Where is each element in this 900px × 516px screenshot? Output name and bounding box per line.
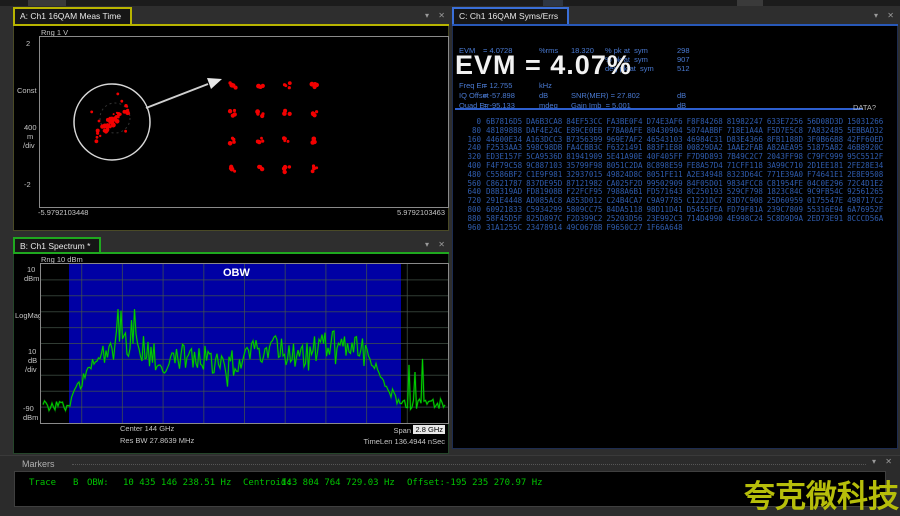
close-icon[interactable]: ✕	[438, 240, 445, 249]
center-freq-label: Center 144 GHz	[120, 424, 174, 433]
menu-fragment	[543, 0, 563, 6]
err-unit2: dB	[677, 91, 686, 100]
y-max-label: 2	[26, 39, 30, 48]
constellation-plot	[39, 36, 449, 208]
spectrum-graphic	[41, 264, 448, 423]
table-divider	[455, 108, 863, 110]
watermark-logo: 夸克微科技	[744, 471, 899, 516]
marker-centroid-value: 143 804 764 729.03 Hz	[281, 478, 395, 488]
err-value: = 12.755	[483, 81, 512, 90]
time-len-label: TimeLen 136.4944 nSec	[364, 437, 445, 446]
err-sym: 298	[677, 46, 690, 55]
span-value[interactable]: 2.8 GHz	[413, 425, 445, 434]
res-bw-label: Res BW 27.8639 MHz	[120, 436, 194, 445]
y-max-label: 10	[27, 265, 35, 274]
y-min-label: -90	[23, 404, 34, 413]
marker-trace-value: B	[73, 478, 78, 488]
panel-c-controls: ▾ ✕	[867, 11, 894, 20]
err-sym: 512	[677, 64, 690, 73]
marker-obw-label: OBW:	[87, 478, 109, 488]
panel-spectrum: B: Ch1 Spectrum * ▾ ✕ Rng 10 dBm DATA? 1…	[13, 237, 449, 455]
x-min-label: -5.9792103448	[38, 208, 88, 217]
top-menu-strip	[0, 0, 900, 6]
obw-label: OBW	[223, 267, 250, 279]
y-min-label: -2	[24, 180, 31, 189]
panel-syms-errs: C: Ch1 16QAM Syms/Errs ▾ ✕ EVM = 4.0728 …	[452, 7, 898, 448]
scale-unit: dB	[28, 356, 37, 365]
constellation-graphic	[40, 37, 448, 207]
close-icon[interactable]: ✕	[438, 11, 445, 20]
span-label: Span	[393, 426, 411, 435]
err-value: = -57.898	[483, 91, 515, 100]
marker-offset-value: -195 235 270.97 Hz	[445, 478, 543, 488]
markers-title: Markers	[22, 459, 55, 469]
panel-c-content: EVM = 4.0728 %rms 18.320 % pk at sym 298…	[452, 26, 898, 449]
err-label2: SNR(MER) = 27.802	[571, 91, 640, 100]
markers-separator	[72, 464, 866, 465]
menu-fragment	[737, 0, 763, 6]
menu-fragment	[28, 0, 66, 6]
close-icon[interactable]: ✕	[885, 457, 892, 466]
mag-type-label: LogMag	[15, 311, 42, 320]
minimize-icon[interactable]: ▾	[872, 457, 876, 466]
scale-value: 400	[24, 123, 37, 132]
panel-b-content: Rng 10 dBm DATA? 10 dBm LogMag 10 dB /di…	[13, 254, 449, 454]
scale-value: 10	[28, 347, 36, 356]
minimize-icon[interactable]: ▾	[425, 11, 429, 20]
spectrum-plot: OBW	[40, 263, 449, 424]
err-unit: dB	[539, 91, 548, 100]
trace-badge: *	[87, 241, 90, 251]
markers-controls: ▾ ✕	[865, 457, 892, 466]
err-unit: kHz	[539, 81, 552, 90]
panel-b-controls: ▾ ✕	[418, 240, 445, 249]
panel-meas-time: A: Ch1 16QAM Meas Time ▾ ✕ Rng 1 V DATA?…	[13, 7, 449, 230]
minimize-icon[interactable]: ▾	[874, 11, 878, 20]
y-max-unit: dBm	[24, 274, 39, 283]
marker-obw-value: 10 435 146 238.51 Hz	[123, 478, 231, 488]
y-axis-name: Const	[17, 86, 37, 95]
close-icon[interactable]: ✕	[887, 11, 894, 20]
panel-a-controls: ▾ ✕	[418, 11, 445, 20]
symbol-table: 06B7816D5DA6B3CA884EF53CCFA3BE0F4D74E3AF…	[455, 118, 895, 232]
y-min-unit: dBm	[23, 413, 38, 422]
scale-per-div: /div	[25, 365, 37, 374]
x-max-label: 5.9792103463	[397, 208, 445, 217]
data-status-label: DATA?	[853, 103, 876, 112]
scale-unit: m	[27, 132, 33, 141]
minimize-icon[interactable]: ▾	[425, 240, 429, 249]
marker-trace-label: Trace	[29, 478, 56, 488]
marker-offset-label: Offset:	[407, 478, 445, 488]
scale-per-div: /div	[23, 141, 35, 150]
evm-readout: EVM = 4.07%	[455, 50, 632, 81]
panel-a-content: Rng 1 V DATA? 2 Const 400 m /div -2 -5.9…	[13, 26, 449, 231]
err-sym: 907	[677, 55, 690, 64]
symbol-row: 96031A1255C2347891449C0678BF9650C271F66A…	[455, 224, 895, 233]
